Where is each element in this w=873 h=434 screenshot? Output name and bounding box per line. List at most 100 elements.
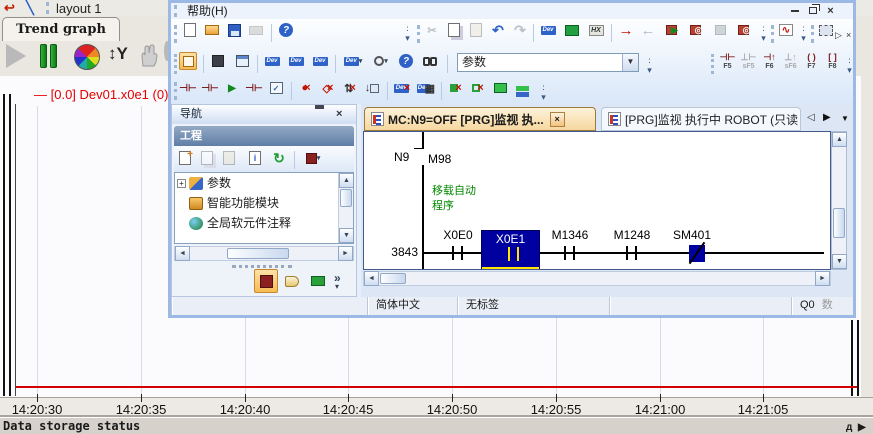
bracket-table-icon[interactable] <box>513 79 531 97</box>
device-test-on-icon[interactable]: ●× <box>297 79 315 97</box>
scrollbar-thumb[interactable] <box>227 248 289 259</box>
monitor-start-icon[interactable]: ▶ <box>663 21 681 39</box>
project-view-button[interactable] <box>254 269 278 293</box>
tab-active-ladder[interactable]: MC:N9=OFF [PRG]监视 执... × <box>364 107 596 131</box>
help2-icon[interactable]: ? <box>397 52 415 70</box>
search-combobox[interactable]: 参数 ▼ <box>457 53 639 72</box>
status-dock-icon[interactable]: д <box>846 420 852 434</box>
monitor-pause-icon[interactable]: ⊣⊢ <box>179 79 197 97</box>
scroll-left-icon[interactable]: ◄ <box>175 246 190 261</box>
device-test-off-icon[interactable]: ◇× <box>319 79 337 97</box>
redo-icon[interactable]: ↷ <box>511 21 529 39</box>
fkey-coil[interactable]: ( )F7 <box>801 52 822 76</box>
monitor-test-icon[interactable]: ◎ <box>735 21 753 39</box>
paste-icon[interactable] <box>467 21 485 39</box>
open-file-icon[interactable] <box>203 21 221 39</box>
module-config-icon[interactable] <box>209 52 227 70</box>
toolbar-overflow-icon[interactable]: ∶▾ <box>401 25 413 43</box>
toolbar-overflow-icon[interactable]: ∶▾ <box>537 84 549 102</box>
write-to-plc-icon[interactable]: → <box>617 21 635 39</box>
scroll-up-icon[interactable]: ▲ <box>339 173 354 188</box>
restore-button[interactable] <box>805 4 820 17</box>
monitor-write-icon[interactable]: ⊣⊢ <box>245 79 263 97</box>
device-batch-clear-icon[interactable]: Dev▦ <box>417 79 435 97</box>
device-batch-monitor-icon[interactable]: Dev <box>287 52 305 70</box>
tree-expand-icon[interactable]: + <box>177 179 186 188</box>
menu-help[interactable]: 帮助(H) <box>187 3 228 19</box>
fkey-or-open-contact[interactable]: ⊥⊢sF5 <box>738 52 759 76</box>
scroll-left-icon[interactable]: ◄ <box>364 271 379 286</box>
nav-filter-icon[interactable]: ▾ <box>300 149 326 167</box>
scrollbar-thumb[interactable] <box>340 189 352 207</box>
contact-x0e0[interactable] <box>452 246 463 260</box>
tab-trend-graph[interactable]: Trend graph <box>2 17 120 41</box>
device-find2-icon[interactable]: Dev <box>263 52 281 70</box>
toolbar-overflow-icon[interactable]: ∶▾ <box>797 25 809 43</box>
graph-trace-icon[interactable]: ∿ <box>777 21 795 39</box>
fkey-or-close-contact[interactable]: ⊥↑sF6 <box>780 52 801 76</box>
help-icon[interactable]: ? <box>277 21 295 39</box>
scroll-up-icon[interactable]: ▲ <box>832 132 847 147</box>
panel-settings-icon[interactable]: ✓ <box>267 79 285 97</box>
screen-capture-icon[interactable] <box>817 21 835 39</box>
tab-inactive-ladder[interactable]: [PRG]监视 执行中 ROBOT (只读 <box>601 107 801 131</box>
nav-refresh-icon[interactable]: ↻ <box>270 149 288 167</box>
device-display-icon[interactable]: Dev▾ <box>341 52 365 70</box>
pane-next-icon[interactable]: ▷ <box>835 29 842 41</box>
panel-close-icon[interactable]: × <box>336 105 342 123</box>
device-table-icon[interactable]: ↓ <box>363 79 381 97</box>
read-from-plc-icon[interactable]: ← <box>639 21 657 39</box>
scroll-down-icon[interactable]: ▼ <box>339 228 354 243</box>
monitor-stop-icon[interactable] <box>711 21 729 39</box>
pane-close-icon[interactable]: × <box>846 29 851 41</box>
tree-horizontal-scrollbar[interactable]: ◄ ► <box>174 246 354 261</box>
device-clear-icon[interactable]: Dev× <box>393 79 411 97</box>
y-scale-icon[interactable]: ↕Y <box>108 44 128 64</box>
play-icon[interactable] <box>6 44 26 68</box>
navigation-window-icon[interactable] <box>179 52 197 70</box>
device-batch-icon[interactable]: HX <box>587 21 605 39</box>
toolbar-overflow-icon[interactable]: ∶▾ <box>643 57 655 75</box>
combobox-dropdown-icon[interactable]: ▼ <box>622 54 638 71</box>
save-icon[interactable] <box>225 21 243 39</box>
cross-reference-icon[interactable] <box>421 52 439 70</box>
watch-icon[interactable]: ▾ <box>369 52 393 70</box>
monitor-step-icon[interactable]: ▶ <box>223 79 241 97</box>
tab-close-icon[interactable]: × <box>550 112 565 127</box>
tab-scroll-right-icon[interactable]: ▶ <box>823 112 831 123</box>
ladder-canvas[interactable]: N9 M98 移载自动 程序 3843 X0E0 X0E1 M1346 M124… <box>363 131 831 270</box>
tab-list-icon[interactable]: ▼ <box>841 114 849 123</box>
user-library-button[interactable] <box>280 269 304 293</box>
work-window-icon[interactable] <box>233 52 251 70</box>
toolbar-overflow-icon[interactable]: ∶▾ <box>843 57 855 75</box>
tree-vertical-scrollbar[interactable]: ▲ ▼ <box>338 173 353 243</box>
close-button[interactable]: × <box>823 4 838 17</box>
device-find-icon[interactable]: Dev <box>539 21 557 39</box>
tree-item-global-comment[interactable]: 全局软元件注释 <box>175 213 353 233</box>
pause-icon[interactable] <box>40 44 60 71</box>
scroll-right-icon[interactable]: ► <box>815 271 830 286</box>
device-forced-icon[interactable]: ⇅× <box>341 79 359 97</box>
ladder-horizontal-scrollbar[interactable]: ◄ ► <box>363 271 831 286</box>
device-register-icon[interactable]: Dev <box>311 52 329 70</box>
undo-icon[interactable]: ↶ <box>489 21 507 39</box>
bracket-check-icon[interactable] <box>491 79 509 97</box>
fkey-open-contact[interactable]: ⊣⊢F5 <box>717 52 738 76</box>
nav-paste-icon[interactable] <box>220 149 238 167</box>
panel-splitter[interactable] <box>232 265 292 268</box>
status-expand-icon[interactable]: ▶ <box>858 420 866 434</box>
copy-icon[interactable] <box>445 21 463 39</box>
nav-new-icon[interactable]: + <box>176 149 194 167</box>
cursor-line-icon[interactable]: ╲ <box>26 0 34 16</box>
monitor-watch-icon[interactable]: ◎ <box>687 21 705 39</box>
contact-m1248[interactable] <box>626 246 637 260</box>
scrollbar-thumb[interactable] <box>833 208 845 238</box>
tree-item-parameter[interactable]: +参数 <box>175 173 353 193</box>
color-wheel-icon[interactable] <box>74 44 100 70</box>
monitor-mode-icon[interactable] <box>563 21 581 39</box>
scroll-right-icon[interactable]: ► <box>338 246 353 261</box>
tab-scroll-left-icon[interactable]: ◁ <box>807 112 815 123</box>
contact-m1346[interactable] <box>564 246 575 260</box>
new-file-icon[interactable] <box>181 21 199 39</box>
pan-hand-icon[interactable] <box>138 44 160 71</box>
